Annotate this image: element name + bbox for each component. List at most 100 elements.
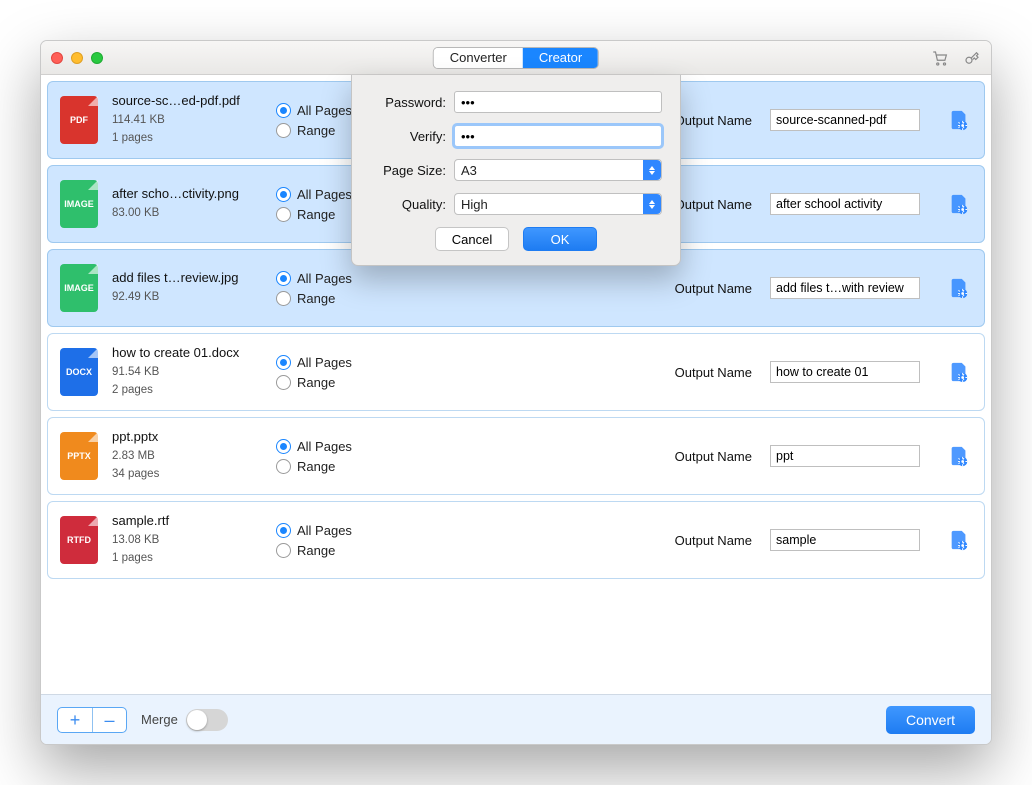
radio-label: All Pages: [297, 187, 352, 202]
password-label: Password:: [370, 95, 446, 110]
file-name: ppt.pptx: [112, 429, 262, 444]
password-input[interactable]: [454, 91, 662, 113]
radio-label: Range: [297, 375, 335, 390]
pagesize-value: A3: [461, 163, 477, 178]
chevron-updown-icon: [643, 194, 661, 214]
page-range-radios: All Pages Range: [276, 350, 396, 395]
file-meta: ppt.pptx 2.83 MB34 pages: [112, 429, 262, 483]
radio-all-pages[interactable]: All Pages: [276, 439, 396, 454]
file-meta: sample.rtf13.08 KB1 pages: [112, 513, 262, 567]
file-size: 83.00 KB: [112, 205, 262, 222]
add-remove-control: + –: [57, 707, 127, 733]
file-type-icon: PDF: [60, 96, 98, 144]
output-name-label: Output Name: [675, 113, 752, 128]
file-type-icon: RTFD: [60, 516, 98, 564]
output-name-label: Output Name: [675, 449, 752, 464]
zoom-icon[interactable]: [91, 52, 103, 64]
file-type-icon: IMAGE: [60, 180, 98, 228]
minimize-icon[interactable]: [71, 52, 83, 64]
tab-creator[interactable]: Creator: [523, 48, 598, 68]
output-name-label: Output Name: [675, 533, 752, 548]
file-pages: 1 pages: [112, 550, 262, 567]
radio-label: Range: [297, 207, 335, 222]
file-pages: 34 pages: [112, 466, 262, 483]
file-name: source-sc…ed-pdf.pdf: [112, 93, 262, 108]
window-controls: [51, 52, 103, 64]
radio-label: All Pages: [297, 439, 352, 454]
file-row[interactable]: DOCXhow to create 01.docx91.54 KB2 pages…: [47, 333, 985, 411]
file-meta: how to create 01.docx91.54 KB2 pages: [112, 345, 262, 399]
quality-select[interactable]: High: [454, 193, 662, 215]
file-size: 13.08 KB: [112, 532, 262, 549]
radio-label: Range: [297, 291, 335, 306]
file-pages: 1 pages: [112, 130, 262, 147]
quality-label: Quality:: [370, 197, 446, 212]
file-size: 91.54 KB: [112, 364, 262, 381]
output-name-input[interactable]: [770, 361, 920, 383]
radio-all-pages[interactable]: All Pages: [276, 355, 396, 370]
output-name-input[interactable]: [770, 193, 920, 215]
radio-label: Range: [297, 123, 335, 138]
verify-label: Verify:: [370, 129, 446, 144]
cart-icon[interactable]: [931, 49, 949, 67]
file-settings-icon[interactable]: [948, 275, 970, 301]
output-name-input[interactable]: [770, 277, 920, 299]
file-pages: 2 pages: [112, 382, 262, 399]
toolbar-icons: [931, 49, 981, 67]
file-settings-icon[interactable]: [948, 107, 970, 133]
footer-bar: + – Merge Convert: [41, 694, 991, 744]
file-size: 2.83 MB: [112, 448, 262, 465]
file-size: 92.49 KB: [112, 289, 262, 306]
file-name: add files t…review.jpg: [112, 270, 262, 285]
merge-control: Merge: [141, 709, 228, 731]
radio-all-pages[interactable]: All Pages: [276, 523, 396, 538]
chevron-updown-icon: [643, 160, 661, 180]
merge-toggle[interactable]: [186, 709, 228, 731]
verify-input[interactable]: [454, 125, 662, 147]
output-name-label: Output Name: [675, 365, 752, 380]
radio-label: All Pages: [297, 523, 352, 538]
file-settings-icon[interactable]: [948, 527, 970, 553]
file-meta: after scho…ctivity.png 83.00 KB: [112, 186, 262, 222]
pagesize-label: Page Size:: [370, 163, 446, 178]
radio-range[interactable]: Range: [276, 543, 396, 558]
convert-button[interactable]: Convert: [886, 706, 975, 734]
file-settings-icon[interactable]: [948, 359, 970, 385]
file-meta: add files t…review.jpg 92.49 KB: [112, 270, 262, 306]
radio-label: Range: [297, 459, 335, 474]
settings-dialog: Password: Verify: Page Size: A3 Quality:…: [351, 75, 681, 266]
output-name-input[interactable]: [770, 445, 920, 467]
file-name: after scho…ctivity.png: [112, 186, 262, 201]
ok-button[interactable]: OK: [523, 227, 597, 251]
file-row[interactable]: PPTX ppt.pptx 2.83 MB34 pages All Pages Rang…: [47, 417, 985, 495]
page-range-radios: All Pages Range: [276, 518, 396, 563]
radio-all-pages[interactable]: All Pages: [276, 271, 396, 286]
output-name-input[interactable]: [770, 529, 920, 551]
merge-label: Merge: [141, 712, 178, 727]
radio-range[interactable]: Range: [276, 291, 396, 306]
radio-label: All Pages: [297, 103, 352, 118]
close-icon[interactable]: [51, 52, 63, 64]
app-window: Converter Creator PDF source-sc…ed-pdf.pd…: [40, 40, 992, 745]
key-icon[interactable]: [963, 49, 981, 67]
page-range-radios: All Pages Range: [276, 266, 396, 311]
cancel-button[interactable]: Cancel: [435, 227, 509, 251]
radio-label: Range: [297, 543, 335, 558]
add-button[interactable]: +: [58, 708, 92, 732]
file-settings-icon[interactable]: [948, 443, 970, 469]
file-type-icon: PPTX: [60, 432, 98, 480]
output-name-label: Output Name: [675, 197, 752, 212]
radio-label: All Pages: [297, 355, 352, 370]
output-name-label: Output Name: [675, 281, 752, 296]
file-meta: source-sc…ed-pdf.pdf 114.41 KB1 pages: [112, 93, 262, 147]
file-settings-icon[interactable]: [948, 191, 970, 217]
file-size: 114.41 KB: [112, 112, 262, 129]
file-type-icon: IMAGE: [60, 264, 98, 312]
pagesize-select[interactable]: A3: [454, 159, 662, 181]
file-row[interactable]: RTFD sample.rtf13.08 KB1 pages All Pages Ra…: [47, 501, 985, 579]
radio-range[interactable]: Range: [276, 459, 396, 474]
tab-converter[interactable]: Converter: [434, 48, 523, 68]
output-name-input[interactable]: [770, 109, 920, 131]
radio-range[interactable]: Range: [276, 375, 396, 390]
remove-button[interactable]: –: [92, 708, 126, 732]
